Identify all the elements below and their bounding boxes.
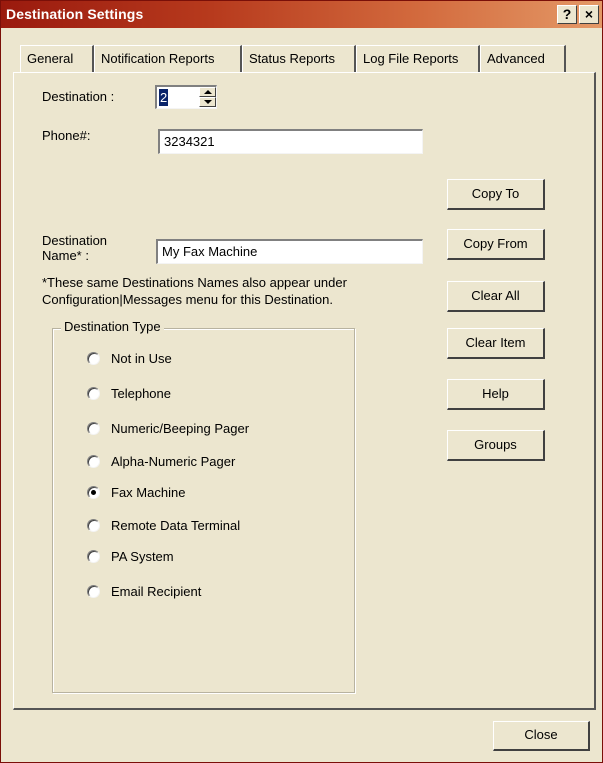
note-line1: *These same Destinations Names also appe… (42, 275, 347, 290)
destination-name-label-line2: Name* : (42, 248, 89, 263)
destination-type-legend: Destination Type (61, 319, 164, 334)
destination-name-label-line1: Destination (42, 233, 108, 248)
close-button[interactable]: Close (493, 721, 590, 751)
groups-button[interactable]: Groups (447, 430, 545, 461)
spin-up-button[interactable] (199, 87, 216, 97)
radio-button[interactable] (87, 352, 100, 365)
copy-to-button[interactable]: Copy To (447, 179, 545, 210)
destination-settings-dialog: Destination Settings ? × General Notific… (0, 0, 603, 763)
radio-button[interactable] (87, 455, 100, 468)
radio-label: PA System (111, 549, 174, 564)
radio-label: Remote Data Terminal (111, 518, 241, 533)
tab-status-reports[interactable]: Status Reports (242, 45, 356, 72)
radio-label: Not in Use (111, 351, 172, 366)
clear-all-button[interactable]: Clear All (447, 281, 545, 312)
destination-value[interactable]: 2 (159, 89, 169, 106)
clear-item-button[interactable]: Clear Item (447, 328, 545, 359)
radio-button[interactable] (87, 486, 100, 499)
radio-label: Telephone (111, 386, 171, 401)
arrow-up-icon (204, 90, 212, 94)
destination-name-input[interactable]: My Fax Machine (156, 239, 423, 264)
arrow-down-icon (204, 100, 212, 104)
phone-input[interactable]: 3234321 (158, 129, 423, 154)
tab-log-file-reports[interactable]: Log File Reports (356, 45, 480, 72)
note-line2: Configuration|Messages menu for this Des… (42, 292, 333, 307)
phone-label: Phone#: (42, 128, 91, 143)
radio-label: Numeric/Beeping Pager (111, 421, 250, 436)
tab-general[interactable]: General (20, 45, 94, 72)
radio-button[interactable] (87, 519, 100, 532)
copy-from-button[interactable]: Copy From (447, 229, 545, 260)
radio-selected-dot-icon (91, 490, 96, 495)
radio-button[interactable] (87, 387, 100, 400)
destination-spinner[interactable]: 2 (155, 85, 217, 109)
destination-type-group (52, 328, 355, 693)
radio-button[interactable] (87, 550, 100, 563)
title-bar[interactable]: Destination Settings ? × (1, 1, 602, 28)
spin-down-button[interactable] (199, 97, 216, 107)
radio-label: Fax Machine (111, 485, 186, 500)
help-question-button[interactable]: ? (557, 5, 577, 24)
close-window-button[interactable]: × (579, 5, 599, 24)
window-title: Destination Settings (6, 6, 144, 22)
radio-label: Alpha-Numeric Pager (111, 454, 236, 469)
help-button[interactable]: Help (447, 379, 545, 410)
radio-button[interactable] (87, 585, 100, 598)
tab-notification-reports[interactable]: Notification Reports (94, 45, 242, 72)
radio-button[interactable] (87, 422, 100, 435)
radio-label: Email Recipient (111, 584, 202, 599)
tab-advanced[interactable]: Advanced (480, 45, 566, 72)
destination-label: Destination : (42, 89, 115, 104)
